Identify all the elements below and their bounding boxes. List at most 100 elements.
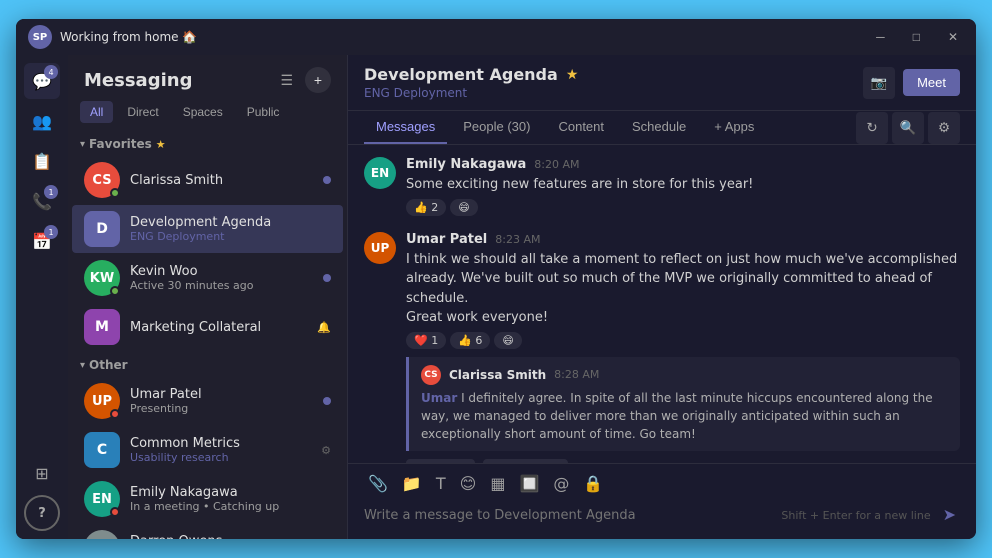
chat-name: Emily Nakagawa [130,485,331,500]
list-item[interactable]: M Marketing Collateral 🔔 [72,303,343,351]
quoted-time: 8:28 AM [554,368,599,381]
other-section-header[interactable]: ▾ Other [68,352,347,376]
attach-icon[interactable]: 📎 [364,472,392,495]
quoted-text: Umar I definitely agree. In spite of all… [421,389,948,443]
tab-direct[interactable]: Direct [117,101,168,123]
msg-time: 8:20 AM [534,158,579,171]
rail-apps[interactable]: ⊞ [24,455,60,491]
minimize-button[interactable]: ─ [870,28,891,46]
other-label: Other [89,358,128,372]
chat-name: Clarissa Smith [130,173,313,188]
settings-icon-button[interactable]: ⚙ [928,112,960,144]
chat-info: Common Metrics Usability research [130,436,311,464]
sidebar-filter-button[interactable]: ☰ [276,68,297,93]
list-item[interactable]: CS Clarissa Smith [72,156,343,204]
avatar: EN [84,481,120,517]
avatar: CS [84,162,120,198]
reaction-thumbs[interactable]: 👍 6 [450,332,490,349]
compose-row: Shift + Enter for a new line ➤ [364,501,960,529]
avatar: UP [84,383,120,419]
sidebar-header-icons: ☰ + [276,67,331,93]
compose-hint: Shift + Enter for a new line [781,509,930,522]
tab-spaces[interactable]: Spaces [173,101,233,123]
video-button[interactable]: 📷 [863,67,895,99]
mention: Umar [421,391,457,405]
chat-name: Marketing Collateral [130,320,307,335]
meet-button[interactable]: Meet [903,69,960,96]
unread-indicator [323,274,331,282]
emoji-icon[interactable]: 😊 [456,472,481,495]
rail-help[interactable]: ? [24,495,60,531]
text-format-icon[interactable]: T [432,472,450,495]
reaction-smile[interactable]: 😄 [450,199,477,216]
msg-content: Emily Nakagawa 8:20 AM Some exciting new… [406,157,960,216]
status-indicator [110,188,120,198]
avatar: UP [364,232,396,264]
search-icon-button[interactable]: 🔍 [892,112,924,144]
chat-nav: Messages People (30) Content Schedule + … [348,111,976,145]
list-item[interactable]: D Development Agenda ENG Deployment [72,205,343,253]
chat-sub: Active 30 minutes ago [130,279,313,292]
msg-reactions: 👍 2 😄 [406,199,960,216]
sidebar-title: Messaging [84,70,192,91]
sidebar-new-button[interactable]: + [305,67,331,93]
list-item[interactable]: DO Darren Owens On a call • Working from… [72,524,343,539]
quoted-message: CS Clarissa Smith 8:28 AM Umar I definit… [406,357,960,451]
avatar: D [84,211,120,247]
chat-header-actions: 📷 Meet [863,67,960,99]
chat-header-info: Development Agenda ★ ENG Deployment [364,65,578,100]
chat-info: Development Agenda ENG Deployment [130,215,331,243]
tab-messages[interactable]: Messages [364,111,447,144]
msg-time: 8:23 AM [495,233,540,246]
sidebar-header: Messaging ☰ + [68,55,347,101]
sticker-icon[interactable]: 🔲 [515,472,543,495]
calendar-badge: 1 [44,225,58,239]
avatar: M [84,309,120,345]
reaction-thumbs[interactable]: 👍 2 [406,199,446,216]
refresh-icon-button[interactable]: ↻ [856,112,888,144]
tab-schedule[interactable]: Schedule [620,111,698,144]
chat-header-title: Development Agenda ★ [364,65,578,84]
tab-all[interactable]: All [80,101,113,123]
rail-chat[interactable]: 💬 4 [24,63,60,99]
favorites-section-header[interactable]: ▾ Favorites ★ [68,131,347,155]
folder-icon[interactable]: 📁 [398,472,426,495]
tab-public[interactable]: Public [237,101,290,123]
reaction-heart[interactable]: ❤️ 1 [406,332,446,349]
title-bar: SP Working from home 🏠 ─ □ ✕ [16,19,976,55]
rail-contacts[interactable]: 📋 [24,143,60,179]
nav-right-icons: ↻ 🔍 ⚙ [856,112,960,144]
rail-people[interactable]: 👥 [24,103,60,139]
rail-phone[interactable]: 📞 1 [24,183,60,219]
gif-icon[interactable]: ▦ [486,472,509,495]
maximize-button[interactable]: □ [907,28,926,46]
lock-icon[interactable]: 🔒 [579,472,607,495]
close-button[interactable]: ✕ [942,28,964,46]
mention-icon[interactable]: @ [549,472,573,495]
list-item[interactable]: EN Emily Nakagawa In a meeting • Catchin… [72,475,343,523]
list-item[interactable]: UP Umar Patel Presenting [72,377,343,425]
title-bar-left: SP Working from home 🏠 [28,25,197,49]
msg-content: Umar Patel 8:23 AM I think we should all… [406,232,960,464]
reaction-smile[interactable]: 😄 [494,332,521,349]
list-item[interactable]: KW Kevin Woo Active 30 minutes ago [72,254,343,302]
chat-name: Umar Patel [130,387,313,402]
compose-input[interactable] [364,508,773,523]
tab-content[interactable]: Content [546,111,616,144]
sidebar-tabs: All Direct Spaces Public [68,101,347,131]
unread-indicator [323,397,331,405]
messages-area: EN Emily Nakagawa 8:20 AM Some exciting … [348,145,976,463]
chat-header: Development Agenda ★ ENG Deployment 📷 Me… [348,55,976,111]
status-indicator [110,409,120,419]
title-bar-controls: ─ □ ✕ [870,28,964,46]
favorites-star: ★ [156,138,166,151]
tab-apps[interactable]: + Apps [702,111,766,144]
tab-people[interactable]: People (30) [451,111,542,144]
favorites-label: Favorites [89,137,152,151]
other-chevron: ▾ [80,360,85,371]
send-button[interactable]: ➤ [939,501,960,529]
list-item[interactable]: C Common Metrics Usability research ⚙ [72,426,343,474]
rail-calendar[interactable]: 📅 1 [24,223,60,259]
chat-name: Development Agenda [130,215,331,230]
chat-info: Umar Patel Presenting [130,387,313,415]
